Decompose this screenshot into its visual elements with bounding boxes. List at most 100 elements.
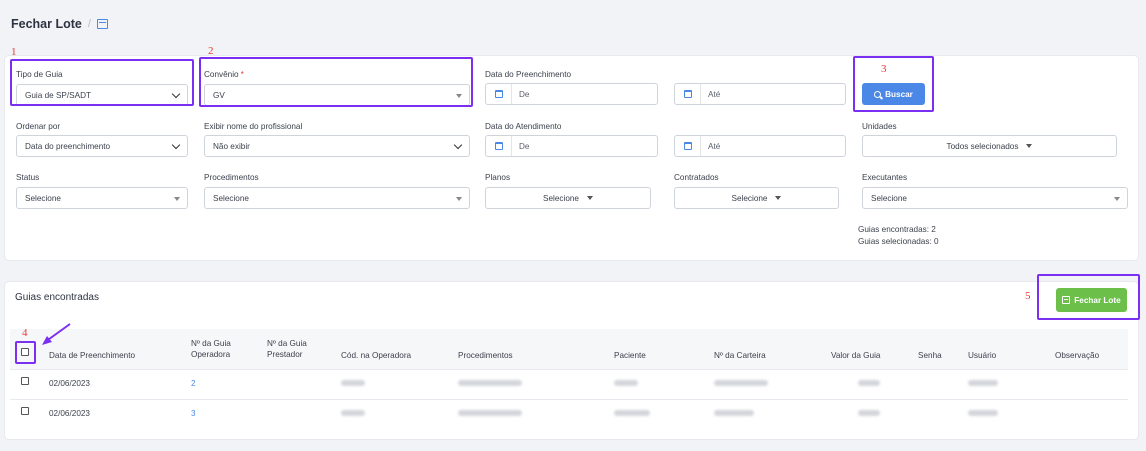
row-divider — [10, 399, 1128, 400]
redacted-carteira — [714, 410, 754, 416]
procedimentos-select[interactable]: Selecione — [204, 187, 470, 209]
annotation-number-1: 1 — [11, 46, 17, 58]
calendar-icon — [486, 136, 512, 156]
annotation-number-4: 4 — [22, 327, 28, 339]
date-from-placeholder: De — [519, 141, 530, 151]
archive-icon — [96, 19, 108, 29]
data-preenchimento-label: Data do Preenchimento — [485, 70, 572, 79]
col-paciente[interactable]: Paciente — [614, 350, 646, 361]
dropdown-arrow-icon — [586, 196, 593, 200]
data-preenchimento-ate-input[interactable]: Até — [674, 83, 846, 105]
exibir-nome-value: Não exibir — [213, 141, 250, 151]
date-to-placeholder: Até — [708, 89, 721, 99]
annotation-box-2 — [199, 57, 473, 107]
ordenar-value: Data do preenchimento — [25, 141, 111, 151]
redacted-usuario — [968, 410, 998, 416]
breadcrumb-separator: / — [87, 18, 91, 30]
annotation-number-5: 5 — [1025, 290, 1031, 302]
planos-multiselect[interactable]: Selecione — [485, 187, 651, 209]
annotation-box-4 — [15, 341, 36, 364]
col-data-preenchimento[interactable]: Data de Preenchimento — [49, 350, 135, 361]
planos-value: Selecione — [543, 193, 579, 203]
col-guia-operadora-line1: Nº da Guia — [191, 339, 231, 348]
annotation-box-3 — [853, 56, 934, 112]
row-checkbox[interactable] — [21, 377, 29, 385]
redacted-carteira — [714, 380, 768, 386]
chevron-down-icon — [171, 140, 181, 150]
calendar-icon — [486, 84, 512, 104]
redacted-paciente — [614, 380, 638, 386]
col-senha[interactable]: Senha — [918, 350, 942, 361]
unidades-multiselect[interactable]: Todos selecionados — [862, 135, 1117, 157]
redacted-procedimentos — [458, 410, 522, 416]
annotation-arrow-icon — [42, 323, 71, 345]
ordenar-select[interactable]: Data do preenchimento — [16, 135, 188, 157]
redacted-cod — [341, 380, 365, 386]
date-from-placeholder: De — [519, 89, 530, 99]
col-guia-prestador-line1: Nº da Guia — [267, 339, 307, 348]
contratados-multiselect[interactable]: Selecione — [674, 187, 839, 209]
procedimentos-value: Selecione — [213, 193, 249, 203]
chevron-down-icon — [453, 140, 463, 150]
executantes-value: Selecione — [871, 193, 907, 203]
col-observacao[interactable]: Observação — [1055, 350, 1099, 361]
col-guia-operadora-line2: Operadora — [191, 350, 231, 359]
col-carteira[interactable]: Nº da Carteira — [714, 350, 766, 361]
redacted-paciente — [614, 410, 650, 416]
dropdown-arrow-icon — [174, 197, 180, 201]
dropdown-arrow-icon — [775, 196, 782, 200]
redacted-valor — [858, 410, 880, 416]
dropdown-arrow-icon — [1026, 144, 1033, 148]
data-atendimento-ate-input[interactable]: Até — [674, 135, 846, 157]
annotation-box-1 — [10, 59, 194, 106]
procedimentos-label: Procedimentos — [204, 173, 259, 182]
col-usuario[interactable]: Usuário — [968, 350, 996, 361]
data-atendimento-de-input[interactable]: De — [485, 135, 658, 157]
guias-encontradas-count: Guias encontradas: 2 — [858, 225, 936, 234]
dropdown-arrow-icon — [456, 197, 462, 201]
row-checkbox[interactable] — [21, 407, 29, 415]
status-value: Selecione — [25, 193, 61, 203]
exibir-nome-select[interactable]: Não exibir — [204, 135, 470, 157]
data-preenchimento-de-input[interactable]: De — [485, 83, 658, 105]
guias-counts: Guias encontradas: 2 Guias selecionadas:… — [858, 224, 939, 248]
redacted-procedimentos — [458, 380, 522, 386]
dropdown-arrow-icon — [1114, 197, 1120, 201]
ordenar-label: Ordenar por — [16, 122, 61, 131]
exibir-nome-label: Exibir nome do profissional — [204, 122, 303, 131]
guias-selecionadas-count: Guias selecionadas: 0 — [858, 237, 939, 246]
redacted-cod — [341, 410, 365, 416]
col-procedimentos[interactable]: Procedimentos — [458, 350, 513, 361]
row-data: 02/06/2023 — [49, 409, 90, 418]
col-guia-prestador-line2: Prestador — [267, 350, 303, 359]
unidades-label: Unidades — [862, 122, 897, 131]
date-to-placeholder: Até — [708, 141, 721, 151]
table-header — [10, 329, 1128, 369]
page-title: Fechar Lote — [11, 17, 82, 31]
results-title: Guias encontradas — [15, 292, 99, 303]
redacted-valor — [858, 380, 880, 386]
calendar-icon — [675, 136, 701, 156]
redacted-usuario — [968, 380, 998, 386]
row-divider — [10, 369, 1128, 370]
row-data: 02/06/2023 — [49, 379, 90, 388]
col-guia-prestador[interactable]: Nº da Guia Prestador — [267, 338, 307, 360]
data-atendimento-label: Data do Atendimento — [485, 122, 562, 131]
executantes-select[interactable]: Selecione — [862, 187, 1128, 209]
row-guia-operadora-link[interactable]: 3 — [191, 409, 196, 418]
annotation-box-5 — [1037, 274, 1140, 320]
annotation-number-3: 3 — [881, 63, 887, 75]
planos-label: Planos — [485, 173, 511, 182]
contratados-value: Selecione — [731, 193, 768, 203]
annotation-number-2: 2 — [208, 45, 214, 57]
contratados-label: Contratados — [674, 173, 719, 182]
page-header: Fechar Lote / — [11, 17, 108, 31]
status-select[interactable]: Selecione — [16, 187, 188, 209]
row-guia-operadora-link[interactable]: 2 — [191, 379, 196, 388]
col-cod-operadora[interactable]: Cód. na Operadora — [341, 350, 411, 361]
status-label: Status — [16, 173, 40, 182]
col-valor[interactable]: Valor da Guia — [831, 350, 880, 361]
col-guia-operadora[interactable]: Nº da Guia Operadora — [191, 338, 231, 360]
executantes-label: Executantes — [862, 173, 908, 182]
unidades-value: Todos selecionados — [946, 141, 1019, 151]
